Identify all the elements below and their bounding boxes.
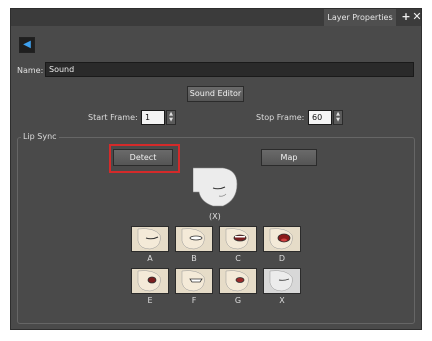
mouth-x-label: X [279,296,285,305]
start-frame-label: Start Frame: [88,113,138,122]
chevron-down-icon[interactable]: ▼ [334,117,342,123]
mouth-f-label: F [191,296,197,305]
mouth-x-thumbnail[interactable] [263,268,301,294]
chevron-down-icon[interactable]: ▼ [167,117,175,123]
layer-properties-panel: Layer Properties + ✕ ◀ Name: Sound Sound… [10,8,422,330]
mouth-e-label: E [147,296,153,305]
face-preview-icon [193,167,238,207]
start-frame-field[interactable]: 1 [141,110,165,125]
mouth-e-thumbnail[interactable] [131,268,169,294]
sound-layer-icon: ◀ [19,37,35,53]
map-button[interactable]: Map [261,149,317,166]
mouth-a-label: A [147,254,153,263]
stop-frame-field[interactable]: 60 [308,110,332,125]
mouth-a-thumbnail[interactable] [131,226,169,252]
mouth-c-label: C [235,254,241,263]
lip-sync-label: Lip Sync [21,132,59,141]
name-label: Name: [17,66,44,75]
mouth-g-label: G [234,296,242,305]
mouth-g-thumbnail[interactable] [219,268,257,294]
sound-editor-button[interactable]: Sound Editor [187,86,244,102]
stop-frame-label: Stop Frame: [256,113,305,122]
mouth-f-thumbnail[interactable] [175,268,213,294]
detect-highlight-box [109,144,180,173]
mouth-c-thumbnail[interactable] [219,226,257,252]
mouth-b-label: B [191,254,197,263]
mouth-b-thumbnail[interactable] [175,226,213,252]
start-frame-stepper[interactable]: ▲ ▼ [166,110,176,125]
name-field[interactable]: Sound [45,62,414,77]
stop-frame-stepper[interactable]: ▲ ▼ [333,110,343,125]
mouth-d-thumbnail[interactable] [263,226,301,252]
close-icon[interactable]: ✕ [411,11,423,23]
current-phoneme-label: (X) [209,212,221,221]
panel-titlebar: Layer Properties + ✕ [11,9,423,26]
mouth-d-label: D [278,254,286,263]
tab-layer-properties[interactable]: Layer Properties [324,9,396,26]
